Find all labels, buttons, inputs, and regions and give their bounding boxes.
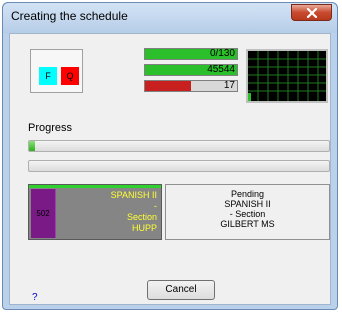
progress-label: Progress bbox=[28, 122, 73, 134]
pending-line: SPANISH II bbox=[224, 199, 271, 209]
pending-line: - Section bbox=[229, 209, 266, 219]
pending-panel: Pending SPANISH II - Section GILBERT MS bbox=[165, 184, 330, 240]
activity-monitor bbox=[246, 49, 328, 103]
dialog-window: Creating the schedule F Q 0/130 45544 17 bbox=[2, 2, 338, 310]
close-icon bbox=[306, 7, 317, 18]
window-title: Creating the schedule bbox=[11, 9, 128, 23]
course-status-strip bbox=[29, 185, 161, 188]
monitor-grid bbox=[248, 51, 326, 101]
pending-line: Pending bbox=[230, 189, 265, 199]
indicator-q: Q bbox=[61, 67, 79, 85]
course-line: SPANISH II bbox=[110, 190, 157, 200]
counter-meter-iterations: 45544 bbox=[144, 64, 238, 76]
meter-value: 45544 bbox=[207, 64, 235, 75]
course-line: Section bbox=[126, 212, 157, 222]
meter-value: 17 bbox=[223, 80, 235, 91]
meter-fill bbox=[145, 81, 191, 91]
close-button[interactable] bbox=[291, 4, 332, 21]
course-details: SPANISH II - Section HUPP bbox=[57, 190, 157, 234]
cancel-button[interactable]: Cancel bbox=[147, 280, 215, 300]
course-line: HUPP bbox=[131, 223, 157, 233]
meter-value: 0/130 bbox=[209, 48, 235, 59]
progress-bar-current bbox=[28, 160, 330, 172]
dialog-body: F Q 0/130 45544 17 Progress 502 SPANISH … bbox=[9, 33, 331, 305]
help-link[interactable]: ? bbox=[32, 292, 38, 303]
status-indicators: F Q bbox=[30, 49, 83, 93]
counter-meter-sections: 0/130 bbox=[144, 48, 238, 60]
progress-bar-overall bbox=[28, 140, 330, 152]
course-line: - bbox=[154, 201, 157, 211]
title-bar[interactable]: Creating the schedule bbox=[3, 3, 337, 33]
counter-meter-conflicts: 17 bbox=[144, 80, 238, 92]
current-course-panel: 502 SPANISH II - Section HUPP bbox=[28, 184, 162, 240]
indicator-f: F bbox=[39, 67, 57, 85]
course-number: 502 bbox=[36, 209, 50, 218]
course-room-bar: 502 bbox=[31, 189, 56, 238]
progress-fill bbox=[29, 141, 35, 151]
pending-line: GILBERT MS bbox=[220, 219, 275, 229]
